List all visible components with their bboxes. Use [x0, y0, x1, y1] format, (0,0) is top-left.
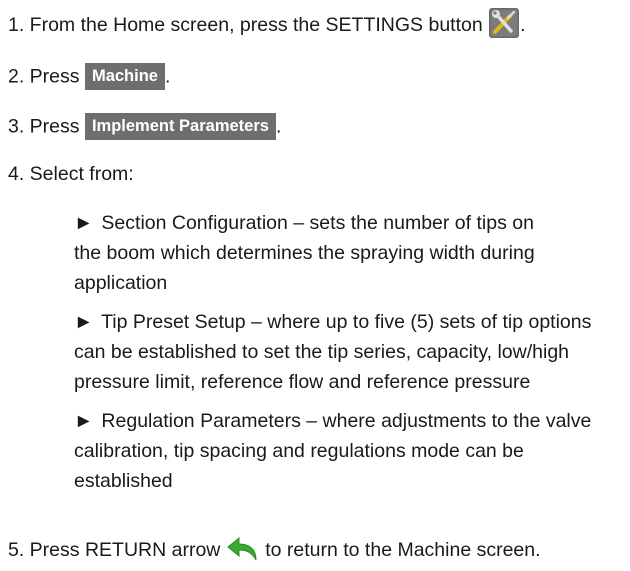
step-3-text: 3. Press	[8, 115, 80, 138]
step-2-period: .	[164, 65, 171, 88]
step-1: 1. From the Home screen, press the SETTI…	[8, 7, 624, 42]
bullet-section-configuration: ► Section Configuration – sets the numbe…	[74, 208, 624, 298]
settings-icon[interactable]	[488, 7, 520, 39]
step-2: 2. Press Machine.	[8, 63, 624, 91]
bullet-line: can be established to set the tip series…	[74, 341, 570, 363]
bullet-regulation-parameters: ► Regulation Parameters – where adjustme…	[74, 406, 624, 496]
step-3: 3. Press Implement Parameters.	[8, 113, 624, 141]
bullet-line: application	[74, 272, 168, 294]
bullet-arrow-icon: ►	[74, 212, 94, 234]
step-3-period: .	[275, 115, 282, 138]
step-1-period: .	[520, 14, 526, 37]
bullet-line: the boom which determines the spraying w…	[74, 242, 535, 264]
bullet-line: established	[74, 470, 173, 492]
step-5-text: 5. Press RETURN arrow	[8, 539, 221, 562]
bullet-arrow-icon: ►	[74, 410, 94, 432]
implement-parameters-button[interactable]: Implement Parameters	[84, 113, 276, 140]
bullet-line: ► Regulation Parameters – where adjustme…	[74, 406, 624, 436]
bullet-line: ► Tip Preset Setup – where up to five (5…	[74, 307, 624, 337]
step-2-text: 2. Press	[8, 65, 80, 88]
bullet-line: pressure limit, reference flow and refer…	[74, 371, 531, 393]
bullet-line: ► Section Configuration – sets the numbe…	[74, 208, 624, 238]
step-5-text-end: to return to the Machine screen.	[265, 539, 541, 562]
step-4: 4. Select from:	[8, 163, 624, 185]
step-4-text: 4. Select from:	[8, 163, 134, 185]
return-arrow-icon[interactable]	[226, 536, 260, 562]
machine-button[interactable]: Machine	[84, 63, 165, 90]
step-5: 5. Press RETURN arrow to return to the M…	[8, 536, 624, 564]
step-1-text: 1. From the Home screen, press the SETTI…	[8, 14, 483, 37]
bullet-tip-preset-setup: ► Tip Preset Setup – where up to five (5…	[74, 307, 624, 397]
bullet-line: calibration, tip spacing and regulations…	[74, 440, 524, 462]
bullet-arrow-icon: ►	[74, 311, 94, 333]
